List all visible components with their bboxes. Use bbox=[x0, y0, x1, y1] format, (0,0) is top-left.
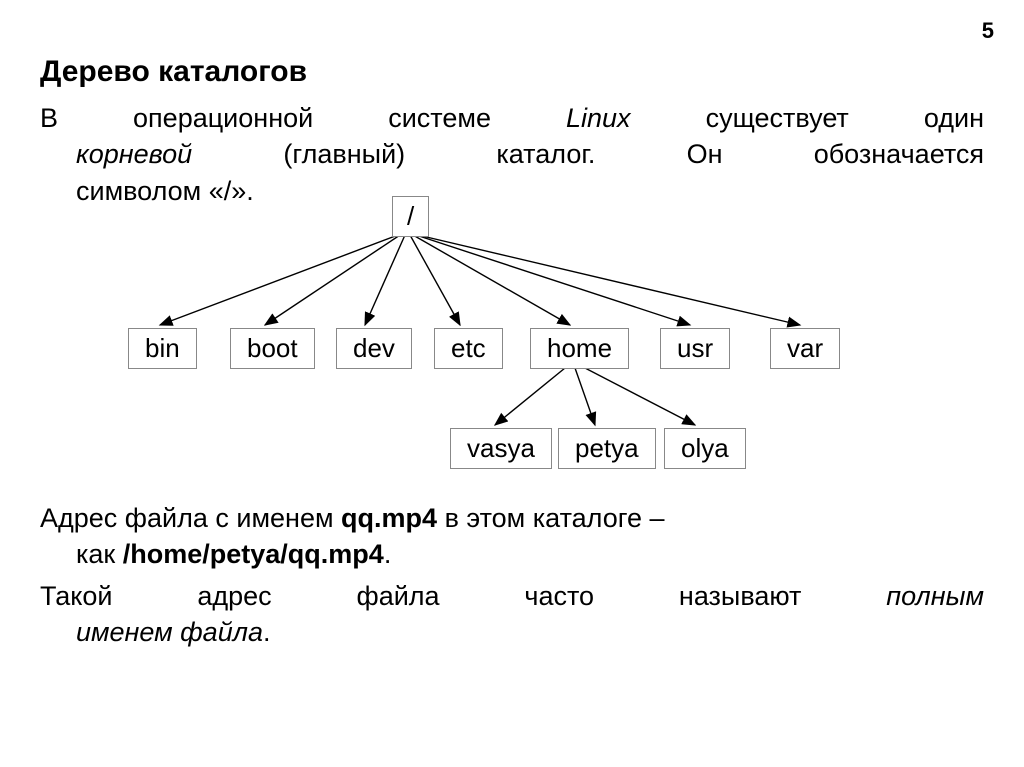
page-number: 5 bbox=[982, 18, 994, 44]
intro-l1-b: Linux bbox=[566, 103, 631, 133]
paragraph-filepath: Адрес файла с именем qq.mp4 в этом катал… bbox=[40, 500, 984, 573]
p1-l2-b: /home/petya/qq.mp4 bbox=[123, 539, 384, 569]
intro-l1-a: В операционной системе bbox=[40, 103, 566, 133]
p2-l1-i: полным bbox=[886, 581, 984, 611]
paragraph-fullname: Такой адрес файла часто называют полным … bbox=[40, 578, 984, 651]
node-dev: dev bbox=[336, 328, 412, 369]
intro-l2-b: (главный) каталог. Он обозначается bbox=[192, 139, 984, 169]
node-etc: etc bbox=[434, 328, 503, 369]
node-petya: petya bbox=[558, 428, 656, 469]
page-title: Дерево каталогов bbox=[40, 55, 307, 89]
p1-l1-a: Адрес файла с именем bbox=[40, 503, 341, 533]
p1-l1-c: в этом каталоге – bbox=[437, 503, 664, 533]
p2-l2: . bbox=[263, 617, 271, 647]
node-home: home bbox=[530, 328, 629, 369]
node-vasya: vasya bbox=[450, 428, 552, 469]
p1-l2-a: как bbox=[76, 539, 123, 569]
node-root: / bbox=[392, 196, 429, 237]
p2-l2-i: именем файла bbox=[76, 617, 263, 647]
intro-l1-c: существует один bbox=[631, 103, 984, 133]
p1-l2-c: . bbox=[384, 539, 392, 569]
node-usr: usr bbox=[660, 328, 730, 369]
p2-l1: Такой адрес файла часто называют bbox=[40, 581, 886, 611]
node-var: var bbox=[770, 328, 840, 369]
node-bin: bin bbox=[128, 328, 197, 369]
p1-l1-b: qq.mp4 bbox=[341, 503, 437, 533]
node-olya: olya bbox=[664, 428, 746, 469]
node-boot: boot bbox=[230, 328, 315, 369]
directory-tree-diagram: / bin boot dev etc home usr var vasya pe… bbox=[0, 190, 1024, 470]
intro-l2-a: корневой bbox=[76, 139, 192, 169]
